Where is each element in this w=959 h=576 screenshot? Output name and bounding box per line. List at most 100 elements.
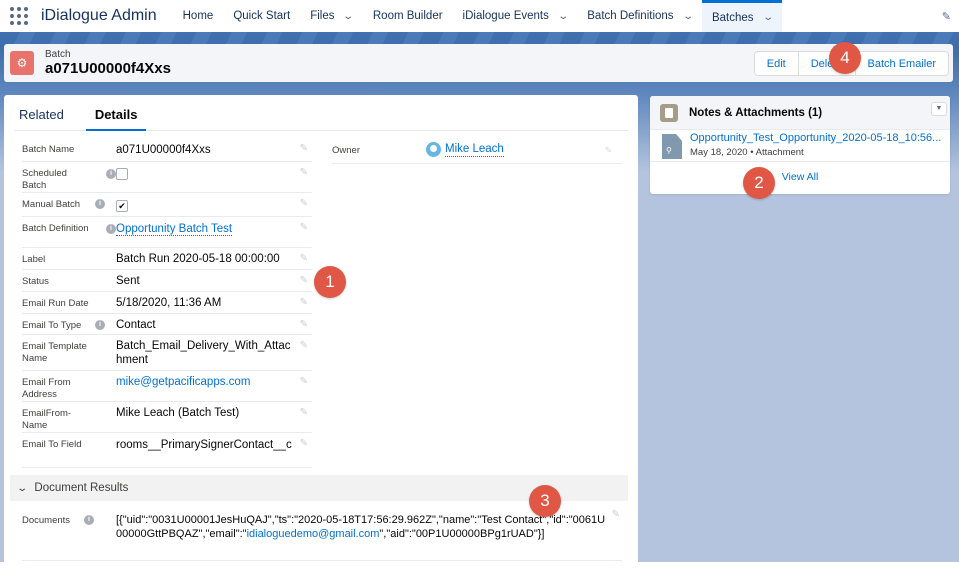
- attachment-name-link[interactable]: Opportunity_Test_Opportunity_2020-05-18_…: [690, 132, 946, 144]
- pencil-icon[interactable]: ✎: [300, 297, 308, 308]
- field-label: Email Run Date: [22, 298, 89, 309]
- pencil-icon[interactable]: ✎: [300, 376, 308, 387]
- tab-details[interactable]: Details: [85, 105, 147, 131]
- pencil-icon[interactable]: ✎: [300, 340, 308, 351]
- annotation-badge-3: 3: [529, 485, 561, 517]
- info-icon[interactable]: i: [106, 224, 116, 234]
- field-label: Manual Batch: [22, 199, 81, 210]
- field-label: Email To Field: [22, 439, 82, 450]
- field-value: a071U00000f4Xxs: [116, 144, 211, 156]
- notes-attachments-title[interactable]: Notes & Attachments (1): [689, 107, 822, 119]
- pencil-icon[interactable]: ✎: [300, 319, 308, 330]
- field-value: ✔: [116, 199, 296, 213]
- nav-item-batch-definitions[interactable]: Batch Definitions ⌄: [577, 0, 702, 32]
- field-value: Contact: [116, 319, 156, 331]
- manual-batch-checkbox[interactable]: ✔: [116, 200, 128, 212]
- notes-attachments-card: Notes & Attachments (1) ▼ ⚲ Opportunity_…: [650, 96, 950, 194]
- banner-pattern: [0, 32, 959, 44]
- pencil-icon[interactable]: ✎: [300, 438, 308, 449]
- field-row-owner: Owner Mike Leach ✎: [332, 138, 622, 164]
- info-icon[interactable]: i: [95, 199, 105, 209]
- view-all-link[interactable]: View All: [650, 171, 950, 183]
- nav-item-idialogue-events[interactable]: iDialogue Events ⌄: [453, 0, 578, 32]
- nav-item-files[interactable]: Files ⌄: [300, 0, 363, 32]
- info-icon[interactable]: i: [84, 515, 94, 525]
- field-row-batch-definition: Batch Definition i Opportunity Batch Tes…: [22, 217, 312, 248]
- info-icon[interactable]: i: [106, 169, 116, 179]
- field-value: Opportunity Batch Test: [116, 222, 296, 236]
- object-type-label: Batch: [45, 49, 71, 60]
- scheduled-batch-checkbox[interactable]: [116, 168, 128, 180]
- attachment-file-icon: ⚲: [662, 134, 682, 159]
- pencil-icon[interactable]: ✎: [612, 509, 620, 520]
- section-title: Document Results: [34, 482, 129, 494]
- pencil-icon[interactable]: ✎: [300, 222, 308, 233]
- chevron-down-icon[interactable]: ⌄: [343, 11, 355, 22]
- nav-item-label: Files: [310, 10, 335, 22]
- field-value: 5/18/2020, 11:36 AM: [116, 297, 222, 309]
- owner-link[interactable]: Mike Leach: [445, 143, 504, 157]
- tab-related[interactable]: Related: [14, 105, 74, 131]
- field-label: EmailFrom-Name: [22, 408, 72, 431]
- chevron-down-icon[interactable]: ⌄: [762, 12, 774, 23]
- documents-value: [{"uid":"0031U00001JesHuQAJ","ts":"2020-…: [116, 513, 606, 541]
- nav-item-quick-start[interactable]: Quick Start: [223, 0, 300, 32]
- field-row-email-run-date: Email Run Date 5/18/2020, 11:36 AM ✎: [22, 292, 312, 314]
- pencil-icon[interactable]: ✎: [300, 143, 308, 154]
- field-row-email-to-field: Email To Field rooms__PrimarySignerConta…: [22, 433, 312, 468]
- notes-attachments-icon: [660, 103, 678, 122]
- nav-item-room-builder[interactable]: Room Builder: [363, 0, 453, 32]
- record-tabs: Related Details: [14, 105, 628, 131]
- pencil-icon[interactable]: ✎: [300, 167, 308, 178]
- field-row-documents: Documents i [{"uid":"0031U00001JesHuQAJ"…: [22, 507, 622, 561]
- field-label: Email To Type: [22, 320, 82, 331]
- field-label: Batch Name: [22, 144, 75, 155]
- field-label: Status: [22, 276, 49, 287]
- chevron-down-icon[interactable]: ⌄: [557, 11, 569, 22]
- batch-object-icon: ⚙: [10, 51, 34, 75]
- top-nav: iDialogue Admin Home Quick Start Files ⌄ …: [0, 0, 959, 32]
- nav-item-batches[interactable]: Batches ⌄: [701, 0, 782, 32]
- nav-item-home[interactable]: Home: [173, 0, 224, 32]
- nav-item-label: Quick Start: [233, 10, 291, 22]
- documents-email-link[interactable]: idialoguedemo@gmail.com: [247, 528, 380, 540]
- pencil-icon[interactable]: ✎: [300, 275, 308, 286]
- record-title-block: Batch a071U00000f4Xxs: [45, 49, 171, 77]
- field-value: Batch Run 2020-05-18 00:00:00: [116, 253, 280, 265]
- field-label: Scheduled Batch: [22, 168, 67, 191]
- field-value: Mike Leach (Batch Test): [116, 407, 240, 419]
- card-menu-dropdown-icon[interactable]: ▼: [931, 102, 947, 116]
- field-row-status: Status Sent ✎: [22, 270, 312, 292]
- pencil-icon[interactable]: ✎: [300, 407, 308, 418]
- batch-definition-link[interactable]: Opportunity Batch Test: [116, 223, 233, 236]
- field-label: Owner: [332, 145, 360, 156]
- field-value: Batch_Email_Delivery_With_Attachment: [116, 340, 291, 366]
- nav-item-label: Batches: [711, 11, 754, 24]
- edit-nav-icon[interactable]: ✎: [942, 10, 951, 23]
- pencil-icon[interactable]: ✎: [300, 198, 308, 209]
- email-from-address-link[interactable]: mike@getpacificapps.com: [116, 375, 296, 389]
- field-label: Batch Definition: [22, 223, 89, 234]
- chevron-down-icon[interactable]: ⌄: [682, 11, 694, 22]
- nav-item-label: Home: [182, 10, 214, 22]
- chevron-down-icon: ⌄: [16, 482, 29, 494]
- documents-json-text: ","aid":"00P1U00000BPg1rUAD"}]: [379, 528, 545, 540]
- field-row-email-to-type: Email To Type i Contact ✎: [22, 314, 312, 335]
- field-row-manual-batch: Manual Batch i ✔ ✎: [22, 193, 312, 217]
- record-header: ⚙ Batch a071U00000f4Xxs Edit Delete Batc…: [4, 44, 953, 82]
- nav-item-label: iDialogue Events: [462, 10, 549, 22]
- app-launcher-icon[interactable]: [10, 7, 28, 25]
- attachment-item: ⚲ Opportunity_Test_Opportunity_2020-05-1…: [650, 130, 950, 162]
- info-icon[interactable]: i: [95, 320, 105, 330]
- pencil-icon[interactable]: ✎: [300, 253, 308, 264]
- batch-emailer-button[interactable]: Batch Emailer: [854, 52, 948, 75]
- edit-button[interactable]: Edit: [754, 52, 798, 75]
- field-value: rooms__PrimarySignerContact__c: [116, 439, 292, 451]
- change-owner-icon[interactable]: ✎: [604, 145, 612, 156]
- field-value: [116, 168, 296, 184]
- annotation-badge-1: 1: [314, 266, 346, 298]
- nav-item-label: Room Builder: [372, 10, 443, 22]
- field-label: Documents: [22, 515, 71, 526]
- notes-attachments-header: Notes & Attachments (1) ▼: [650, 96, 950, 130]
- field-row-email-template-name: Email Template Name Batch_Email_Delivery…: [22, 335, 312, 371]
